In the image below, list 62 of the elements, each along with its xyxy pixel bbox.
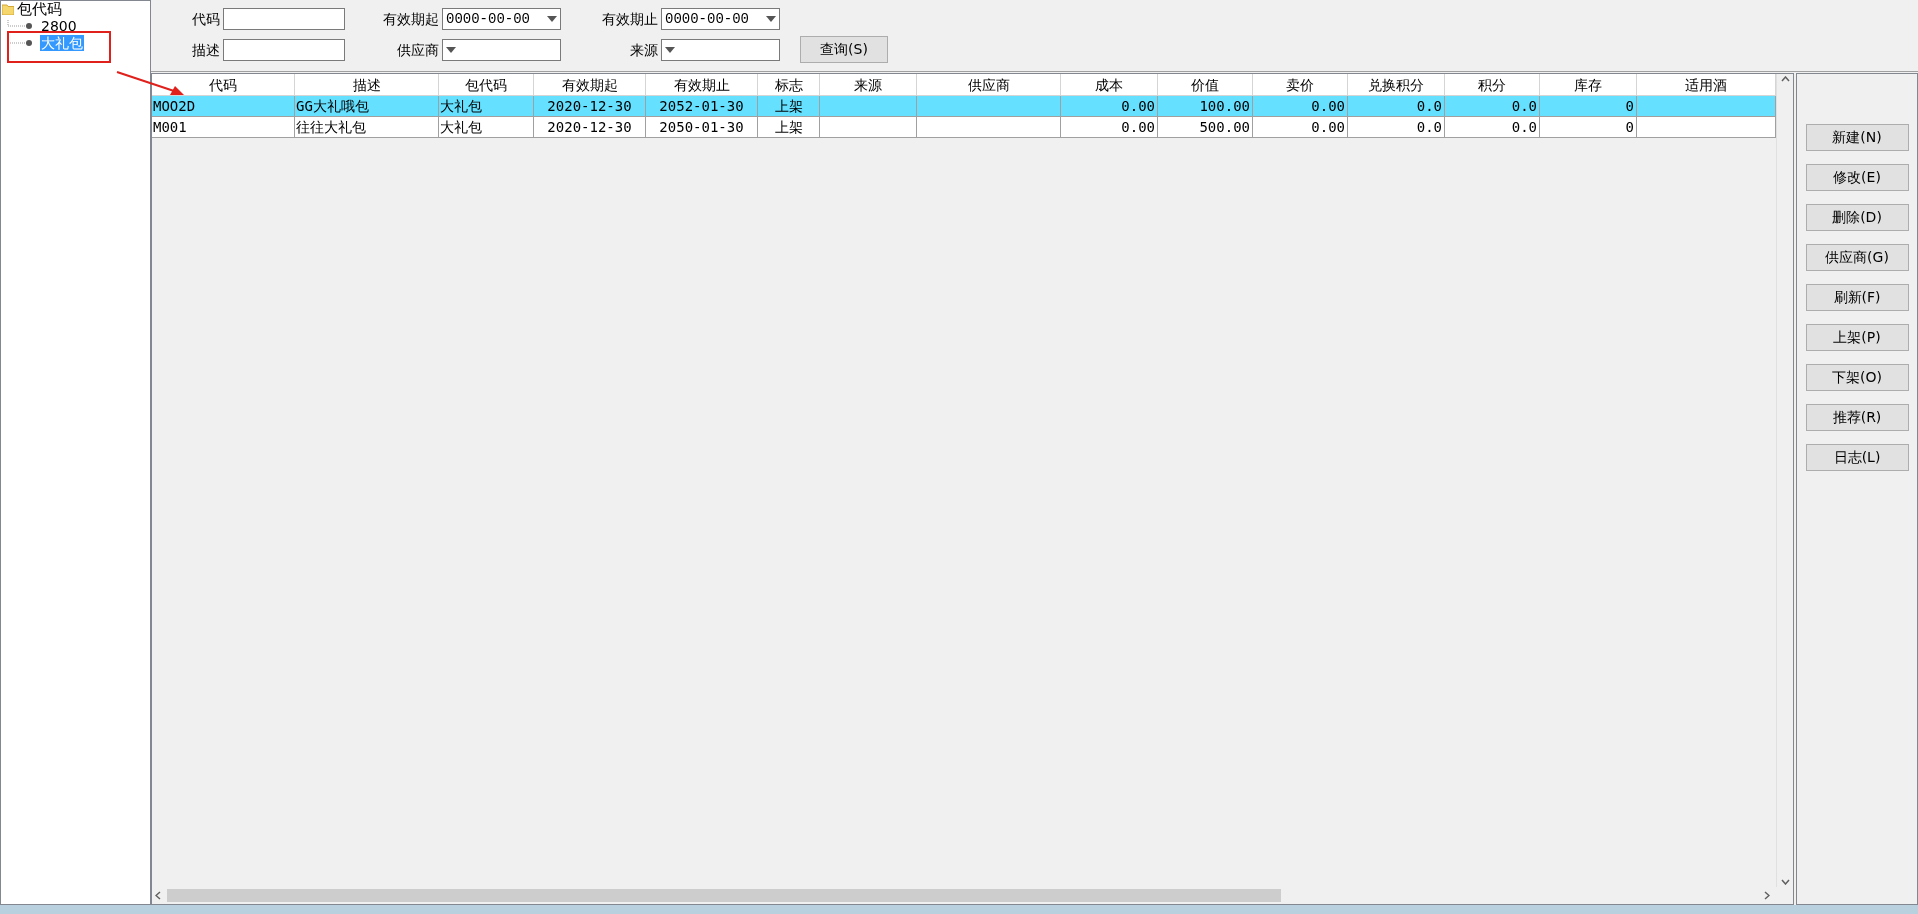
scroll-left-icon[interactable] (155, 891, 161, 900)
field-label: 供应商 (396, 40, 440, 60)
tree-item[interactable]: 包代码 (17, 1, 62, 17)
field-label: 代码 (191, 9, 221, 29)
dropdown-caret-icon (547, 16, 557, 22)
input-field[interactable] (223, 8, 345, 30)
table-cell: 大礼包 (440, 119, 482, 135)
dropdown-field[interactable] (661, 39, 780, 61)
table-cell: 2020-12-30 (547, 119, 632, 135)
table-cell: 500.00 (1199, 119, 1250, 135)
folder-icon (2, 3, 14, 15)
field-label: 描述 (191, 40, 221, 60)
dropdown-caret-icon (446, 47, 456, 53)
action-button[interactable]: 供应商(G) (1805, 244, 1909, 271)
input-field[interactable] (223, 39, 345, 61)
scroll-right-icon[interactable] (1764, 891, 1770, 900)
scroll-down-icon[interactable] (1780, 879, 1790, 885)
table-row[interactable]: MOO2D GG大礼哦包 大礼包 2020-12-30 2052-01-30 上架 0.00 100.00 0.00 0.0 0.0 0 (152, 96, 1776, 117)
action-button[interactable]: 日志(L) (1805, 444, 1909, 471)
annotation-arrow (116, 71, 186, 97)
scrollbar-thumb[interactable] (167, 889, 1281, 902)
table-row[interactable]: M001 往往大礼包 大礼包 2020-12-30 2050-01-30 上架 0.00 500.00 0.00 0.0 0.0 0 (152, 117, 1776, 138)
field-label: 有效期起 (382, 9, 440, 29)
table-cell: 往往大礼包 (296, 119, 366, 135)
action-button[interactable]: 上架(P) (1805, 324, 1909, 351)
action-button[interactable]: 下架(O) (1805, 364, 1909, 391)
table-cell: 2052-01-30 (659, 98, 744, 114)
dropdown-caret-icon (665, 47, 675, 53)
tree-item[interactable]: 2800 (40, 17, 78, 34)
dropdown-field[interactable]: 0000-00-00 (661, 8, 780, 30)
table-cell: GG大礼哦包 (296, 98, 369, 114)
table-cell: 0.0 (1416, 119, 1442, 135)
table-cell: 大礼包 (440, 98, 482, 114)
table-cell: 0 (1625, 119, 1634, 135)
table-cell: 0.0 (1511, 98, 1537, 114)
table-cell: MOO2D (153, 98, 196, 114)
action-button[interactable]: 刷新(F) (1805, 284, 1909, 311)
field-label: 来源 (629, 40, 659, 60)
dropdown-caret-icon (766, 16, 776, 22)
table-cell: 0.00 (1311, 119, 1345, 135)
table-cell: 0.0 (1511, 119, 1537, 135)
table-cell: 上架 (774, 98, 803, 114)
table-cell: 上架 (774, 119, 803, 135)
table-cell: 0.00 (1311, 98, 1345, 114)
action-button[interactable]: 推荐(R) (1805, 404, 1909, 431)
table-cell: 0 (1625, 98, 1634, 114)
table-cell: M001 (153, 119, 187, 135)
table-cell: 2020-12-30 (547, 98, 632, 114)
table-cell: 2050-01-30 (659, 119, 744, 135)
table-cell: 0.00 (1121, 98, 1155, 114)
table-cell: 100.00 (1199, 98, 1250, 114)
action-button[interactable]: 删除(D) (1805, 204, 1909, 231)
field-label: 有效期止 (601, 9, 659, 29)
action-button[interactable]: 新建(N) (1805, 124, 1909, 151)
table-cell: 0.0 (1416, 98, 1442, 114)
table-cell: 0.00 (1121, 119, 1155, 135)
dropdown-field[interactable]: 0000-00-00 (442, 8, 561, 30)
query-button[interactable]: 查询(S) (800, 36, 888, 63)
vertical-scrollbar[interactable] (1776, 74, 1793, 887)
action-button[interactable]: 修改(E) (1805, 164, 1909, 191)
scroll-up-icon[interactable] (1780, 76, 1790, 82)
dropdown-field[interactable] (442, 39, 561, 61)
